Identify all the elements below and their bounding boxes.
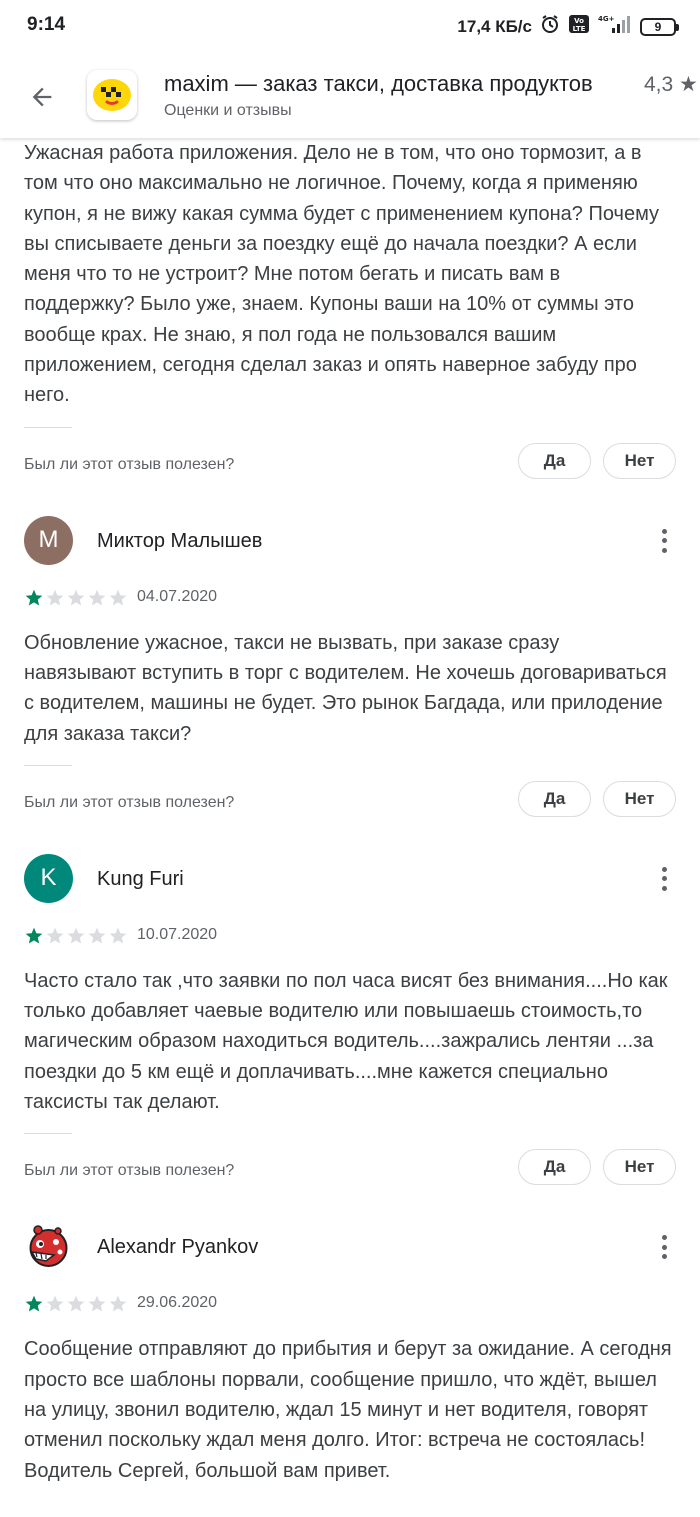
- star-empty-icon: [88, 589, 106, 606]
- star-empty-icon: [109, 589, 127, 606]
- volte-icon: Vo LTE: [568, 14, 590, 39]
- status-time: 9:14: [27, 14, 66, 35]
- star-empty-icon: [46, 1296, 64, 1312]
- star-filled-icon: [25, 927, 43, 944]
- helpful-no-button[interactable]: Нет: [603, 780, 676, 817]
- helpful-row: Был ли этот отзыв полезен? Да Нет: [0, 766, 700, 846]
- review-text: Обновление ужасное, такси не вызвать, пр…: [24, 631, 667, 745]
- review-item: Ужасная работа приложения. Дело не в том…: [0, 138, 700, 508]
- avatar: M: [24, 515, 73, 565]
- star-filled-icon: [25, 1296, 43, 1312]
- helpful-row: Был ли этот отзыв полезен? Да Нет: [0, 1134, 700, 1214]
- review-item: K Kung Furi 10.07.2020 Часто стало так ,…: [0, 846, 700, 1214]
- avatar-initial: M: [38, 526, 59, 554]
- review-item: Alexandr Pyankov 29.06.2020 Сообщение от…: [0, 1214, 700, 1485]
- review-header: Alexandr Pyankov: [0, 1214, 700, 1294]
- helpful-yes-button[interactable]: Да: [518, 1149, 591, 1186]
- review-item: M Миктор Малышев 04.07.2020 Обновление у…: [0, 508, 700, 846]
- star-empty-icon: [109, 927, 127, 944]
- star-empty-icon: [67, 1296, 85, 1312]
- helpful-yes-button[interactable]: Да: [518, 780, 591, 817]
- avatar-initial: K: [40, 864, 57, 892]
- more-options-icon[interactable]: [650, 864, 678, 894]
- star-empty-icon: [46, 589, 64, 606]
- review-rating-row: 04.07.2020: [0, 588, 700, 616]
- star-empty-icon: [67, 589, 85, 606]
- alarm-icon: [540, 14, 560, 39]
- star-filled-icon: [25, 589, 43, 606]
- star-empty-icon: [109, 1296, 127, 1312]
- app-icon: [87, 70, 137, 120]
- status-bar: 9:14 17,4 КБ/с Vo LTE 4G+ 9: [0, 0, 700, 52]
- battery-icon: 9: [640, 17, 679, 36]
- star-empty-icon: [46, 927, 64, 944]
- monster-avatar-icon: [29, 1225, 68, 1268]
- review-author: Kung Furi: [97, 867, 184, 890]
- review-rating-row: 10.07.2020: [0, 926, 700, 954]
- app-header: maxim — заказ такси, доставка продуктов …: [0, 52, 700, 138]
- star-empty-icon: [88, 927, 106, 944]
- signal-icon: 4G+: [598, 14, 632, 39]
- review-text: Сообщение отправляют до прибытия и берут…: [24, 1338, 672, 1482]
- more-options-icon[interactable]: [650, 526, 678, 556]
- review-author: Миктор Малышев: [97, 529, 263, 552]
- helpful-no-button[interactable]: Нет: [603, 442, 676, 479]
- back-button[interactable]: [20, 75, 64, 119]
- app-title: maxim — заказ такси, доставка продуктов: [164, 71, 593, 96]
- review-text: Часто стало так ,что заявки по пол часа …: [24, 969, 668, 1114]
- arrow-back-icon: [32, 87, 52, 107]
- review-header: M Миктор Малышев: [0, 508, 700, 588]
- network-speed: 17,4 КБ/с: [457, 16, 532, 36]
- page-subtitle: Оценки и отзывы: [164, 102, 292, 119]
- review-date: 10.07.2020: [137, 925, 218, 943]
- star-rating: [24, 588, 128, 608]
- more-options-icon[interactable]: [650, 1232, 678, 1262]
- app-rating: 4,3 ★: [644, 73, 698, 96]
- helpful-question: Был ли этот отзыв полезен?: [24, 1162, 235, 1180]
- review-rating-row: 29.06.2020: [0, 1294, 700, 1322]
- star-rating: [24, 926, 128, 946]
- helpful-question: Был ли этот отзыв полезен?: [24, 455, 235, 473]
- star-rating: [24, 1294, 128, 1314]
- svg-text:Vo: Vo: [574, 17, 584, 25]
- helpful-row: Был ли этот отзыв полезен? Да Нет: [0, 428, 700, 508]
- review-author: Alexandr Pyankov: [97, 1236, 259, 1259]
- helpful-yes-button[interactable]: Да: [518, 442, 591, 479]
- avatar: K: [24, 853, 73, 903]
- svg-text:LTE: LTE: [573, 25, 586, 33]
- avatar: [24, 1222, 73, 1272]
- review-date: 04.07.2020: [137, 587, 218, 605]
- status-indicators: 17,4 КБ/с Vo LTE 4G+ 9: [457, 14, 679, 39]
- helpful-no-button[interactable]: Нет: [603, 1149, 676, 1186]
- review-text: Ужасная работа приложения. Дело не в том…: [24, 142, 660, 407]
- review-date: 29.06.2020: [137, 1294, 218, 1312]
- review-header: K Kung Furi: [0, 846, 700, 926]
- reviews-list: Ужасная работа приложения. Дело не в том…: [0, 138, 700, 1486]
- helpful-question: Был ли этот отзыв полезен?: [24, 793, 235, 811]
- star-empty-icon: [67, 927, 85, 944]
- svg-text:4G+: 4G+: [598, 15, 615, 23]
- star-empty-icon: [88, 1296, 106, 1312]
